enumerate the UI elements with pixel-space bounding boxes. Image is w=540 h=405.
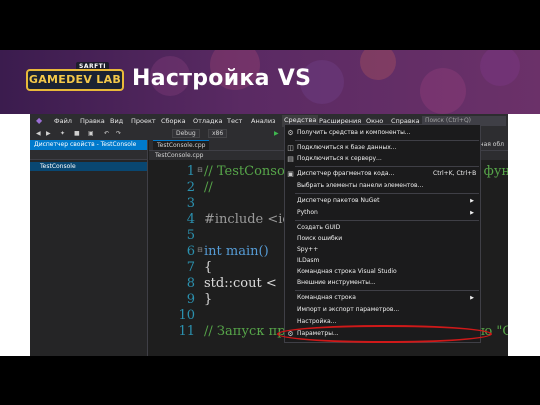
line-number: 2 — [186, 180, 195, 195]
save-all-icon[interactable]: ▣ — [88, 130, 94, 137]
line-number: 7 — [186, 260, 195, 275]
property-manager-toolbar — [30, 150, 147, 160]
menu-item-label: Spy++ — [297, 246, 319, 253]
config-select[interactable]: Debug — [172, 129, 200, 138]
menu-edit[interactable]: Правка — [80, 117, 105, 125]
menu-analyze[interactable]: Анализ — [251, 117, 276, 125]
code-line: std::cout < — [204, 276, 277, 291]
menu-item-choose-toolbox[interactable]: Выбрать элементы панели элементов... — [285, 181, 480, 191]
logo-text: GAMEDEV LAB — [26, 69, 124, 91]
menu-debug[interactable]: Отладка — [193, 117, 222, 125]
line-number: 3 — [186, 196, 195, 211]
forward-icon[interactable]: ▶ — [46, 130, 51, 137]
menu-file[interactable]: Файл — [54, 117, 72, 125]
menu-item-snippets-manager[interactable]: ▣ Диспетчер фрагментов кода... Ctrl+K, C… — [285, 169, 480, 179]
line-number: 4 — [186, 212, 195, 227]
menu-separator — [295, 220, 479, 221]
options-highlight-ellipse — [277, 325, 492, 343]
project-dropdown[interactable]: TestConsole.cpp — [155, 152, 203, 159]
line-number: 1 — [186, 164, 195, 179]
outline-gutter: ⊟ ⊟ — [197, 166, 203, 254]
menu-build[interactable]: Сборка — [161, 117, 186, 125]
line-number: 8 — [186, 276, 195, 291]
slide-title: Настройка VS — [132, 66, 312, 91]
menu-item-external-tools[interactable]: Внешние инструменты... — [285, 278, 480, 288]
tools-dropdown-menu: ⚙ Получить средства и компоненты... ◫ По… — [284, 124, 481, 343]
menu-separator — [295, 140, 479, 141]
menu-item-spy[interactable]: Spy++ — [285, 245, 480, 255]
menu-item-label: Настройка... — [297, 318, 337, 325]
slide-frame: SARFTI GAMEDEV LAB Настройка VS ◆ Файл П… — [0, 0, 540, 405]
menu-item-import-export-settings[interactable]: Импорт и экспорт параметров... — [285, 305, 480, 315]
line-number: 9 — [186, 292, 195, 307]
menu-separator — [295, 193, 479, 194]
menu-item-label: Командная строка — [297, 294, 356, 301]
back-icon[interactable]: ◀ — [36, 130, 41, 137]
code-line: // — [204, 180, 213, 195]
menu-item-label: Python — [297, 209, 318, 216]
line-number: 11 — [178, 324, 195, 339]
property-manager-title[interactable]: Диспетчер свойств - TestConsole — [30, 140, 147, 150]
submenu-arrow-icon: ▶ — [470, 210, 474, 216]
menu-item-label: ILDasm — [297, 257, 320, 264]
server-icon: ▤ — [287, 155, 294, 163]
menu-item-python[interactable]: Python ▶ — [285, 208, 480, 218]
property-manager-pane: Диспетчер свойств - TestConsole TestCons… — [30, 140, 148, 356]
snippet-icon: ▣ — [287, 170, 294, 178]
menu-item-label: Подключиться к серверу... — [297, 155, 382, 162]
submenu-arrow-icon: ▶ — [470, 295, 474, 301]
menu-item-get-tools[interactable]: ⚙ Получить средства и компоненты... — [285, 128, 480, 138]
gamedev-lab-logo: SARFTI GAMEDEV LAB — [26, 62, 124, 96]
run-icon[interactable]: ▶ — [274, 130, 279, 137]
menu-item-label: Диспетчер пакетов NuGet — [297, 197, 380, 204]
save-icon[interactable]: ■ — [74, 130, 80, 137]
code-line: { — [204, 260, 213, 275]
redo-icon[interactable]: ↷ — [116, 130, 121, 137]
tree-item-project[interactable]: TestConsole — [30, 162, 147, 171]
menu-item-label: Диспетчер фрагментов кода... — [297, 170, 395, 177]
menu-item-label: Подключиться к базе данных... — [297, 144, 397, 151]
menu-item-label: Внешние инструменты... — [297, 279, 376, 286]
platform-select[interactable]: x86 — [208, 129, 228, 138]
menu-separator — [295, 290, 479, 291]
database-icon: ◫ — [287, 144, 294, 152]
line-number: 10 — [178, 308, 195, 323]
menu-item-nuget[interactable]: Диспетчер пакетов NuGet ▶ — [285, 196, 480, 206]
menu-item-label: Создать GUID — [297, 224, 341, 231]
menu-item-command-line[interactable]: Командная строка ▶ — [285, 293, 480, 303]
menu-item-label: Командная строка Visual Studio — [297, 268, 397, 275]
menu-item-label: Получить средства и компоненты... — [297, 129, 411, 136]
menu-item-label: Импорт и экспорт параметров... — [297, 306, 400, 313]
menu-item-create-guid[interactable]: Создать GUID — [285, 223, 480, 233]
tools-icon: ⚙ — [287, 129, 294, 137]
menu-item-error-lookup[interactable]: Поиск ошибки — [285, 234, 480, 244]
code-line: } — [204, 292, 213, 307]
menu-item-shortcut: Ctrl+K, Ctrl+B — [433, 170, 477, 177]
menu-item-connect-database[interactable]: ◫ Подключиться к базе данных... — [285, 143, 480, 153]
code-line: int main() — [204, 244, 269, 259]
submenu-arrow-icon: ▶ — [470, 198, 474, 204]
code-line: #include <io — [204, 212, 291, 227]
visual-studio-icon: ◆ — [36, 116, 43, 125]
menu-project[interactable]: Проект — [131, 117, 156, 125]
line-number: 5 — [186, 228, 195, 243]
new-item-icon[interactable]: ✦ — [60, 130, 65, 137]
menu-item-label: Выбрать элементы панели элементов... — [297, 182, 424, 189]
line-number: 6 — [186, 244, 195, 259]
menu-item-ildasm[interactable]: ILDasm — [285, 256, 480, 266]
menu-item-label: Поиск ошибки — [297, 235, 343, 242]
undo-icon[interactable]: ↶ — [104, 130, 109, 137]
menu-item-vs-command-prompt[interactable]: Командная строка Visual Studio — [285, 267, 480, 277]
tab-testconsole-cpp[interactable]: TestConsole.cpp — [153, 140, 210, 150]
menu-separator — [295, 166, 479, 167]
menu-view[interactable]: Вид — [110, 117, 123, 125]
menu-item-connect-server[interactable]: ▤ Подключиться к серверу... — [285, 154, 480, 164]
menu-test[interactable]: Тест — [227, 117, 242, 125]
